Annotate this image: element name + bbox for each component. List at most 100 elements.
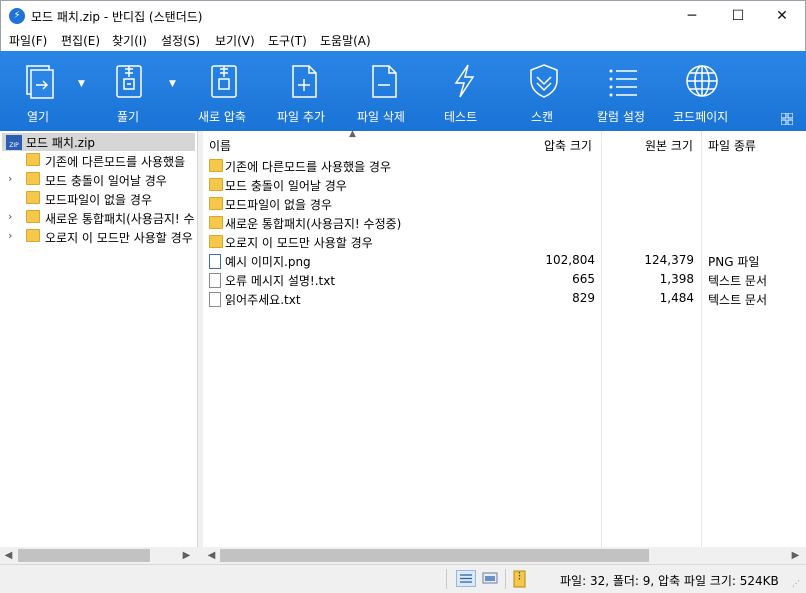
layout-grid-icon[interactable] xyxy=(781,113,793,125)
new-archive-label: 새로 압축 xyxy=(198,110,246,124)
tree-item[interactable]: 기존에 다른모드를 사용했을 xyxy=(0,151,197,170)
status-summary: 파일: 32, 폴더: 9, 압축 파일 크기: 524KB xyxy=(560,574,779,588)
extract-button[interactable]: 풀기 xyxy=(100,51,160,131)
delete-file-button[interactable]: 파일 삭제 xyxy=(350,51,420,131)
list-item[interactable]: 오로지 이 모드만 사용할 경우 xyxy=(203,232,806,251)
list-item-name: 모드 충돌이 일어날 경우 xyxy=(225,179,347,193)
folder-tree: ZIP 모드 패치.zip 기존에 다른모드를 사용했을 › 모드 충돌이 일어… xyxy=(0,131,198,547)
folder-icon xyxy=(209,197,223,210)
folder-icon xyxy=(209,216,223,229)
test-label: 테스트 xyxy=(444,110,478,124)
menu-bar: 파일(F) 편집(E) 찾기(I) 설정(S) 보기(V) 도구(T) 도움말(… xyxy=(0,30,806,51)
menu-tools[interactable]: 도구(T) xyxy=(268,32,307,49)
extract-icon xyxy=(116,65,142,98)
expand-chevron-icon[interactable]: › xyxy=(8,229,12,242)
codepage-button[interactable]: 코드페이지 xyxy=(668,51,740,131)
close-button[interactable]: ✕ xyxy=(759,1,805,31)
menu-view[interactable]: 보기(V) xyxy=(215,32,255,49)
codepage-label: 코드페이지 xyxy=(673,110,729,124)
maximize-button[interactable]: ☐ xyxy=(715,1,761,31)
scroll-left-icon[interactable]: ◀ xyxy=(0,547,17,564)
list-item-packed-size: 829 xyxy=(572,291,595,305)
scroll-thumb[interactable] xyxy=(220,549,649,562)
folder-icon xyxy=(26,153,40,166)
expand-chevron-icon[interactable]: › xyxy=(8,172,12,185)
list-item[interactable]: 새로운 통합패치(사용금지! 수정중) xyxy=(203,213,806,232)
thumbnail-view-button[interactable] xyxy=(480,570,500,587)
folder-icon xyxy=(26,172,40,185)
delete-file-icon xyxy=(372,65,397,98)
folder-icon xyxy=(209,235,223,248)
list-item[interactable]: 모드 충돌이 일어날 경우 xyxy=(203,175,806,194)
tree-item[interactable]: › 오로지 이 모드만 사용할 경우 xyxy=(0,227,197,246)
bandizip-app-icon: ⚡ xyxy=(9,8,25,24)
status-separator xyxy=(446,569,447,589)
minimize-button[interactable]: ─ xyxy=(669,1,715,31)
toolbar: 열기 ▼ 풀기 ▼ 새로 압축 파일 추가 파일 삭제 테스트 스캔 칼럼 설정… xyxy=(0,51,806,131)
list-item-packed-size: 102,804 xyxy=(545,253,595,267)
text-file-icon xyxy=(209,273,221,288)
tree-horizontal-scrollbar[interactable]: ◀ ▶ xyxy=(0,547,198,564)
scroll-left-icon[interactable]: ◀ xyxy=(203,547,220,564)
tree-item[interactable]: 모드파일이 없을 경우 xyxy=(0,189,197,208)
details-view-button[interactable] xyxy=(456,570,476,587)
menu-edit[interactable]: 편집(E) xyxy=(61,32,100,49)
open-label: 열기 xyxy=(27,110,50,124)
open-icon xyxy=(26,65,54,99)
resize-grip-icon[interactable]: ⋰ xyxy=(792,579,800,588)
folder-icon xyxy=(26,210,40,223)
archive-info-button[interactable] xyxy=(511,570,531,588)
add-file-label: 파일 추가 xyxy=(277,110,325,124)
menu-find[interactable]: 찾기(I) xyxy=(112,32,147,49)
tree-item[interactable]: › 모드 충돌이 일어날 경우 xyxy=(0,170,197,189)
details-view-icon xyxy=(460,574,472,583)
scroll-right-icon[interactable]: ▶ xyxy=(178,547,195,564)
tree-item-label: 오로지 이 모드만 사용할 경우 xyxy=(45,231,193,245)
list-item[interactable]: 오류 메시지 설명!.txt 665 1,398 텍스트 문서 xyxy=(203,270,806,289)
list-item-packed-size: 665 xyxy=(572,272,595,286)
open-dropdown-arrow[interactable]: ▼ xyxy=(78,79,85,89)
file-list: ▲ 이름 압축 크기 원본 크기 파일 종류 기존에 다른모드를 사용했을 경우… xyxy=(203,131,806,547)
list-item-type: 텍스트 문서 xyxy=(708,293,768,307)
list-item-type: 텍스트 문서 xyxy=(708,274,768,288)
status-bar: 파일: 32, 폴더: 9, 압축 파일 크기: 524KB ⋰ xyxy=(0,564,806,593)
list-item-name: 오류 메시지 설명!.txt xyxy=(225,274,336,288)
tree-root[interactable]: ZIP 모드 패치.zip xyxy=(2,133,195,151)
list-item[interactable]: 읽어주세요.txt 829 1,484 텍스트 문서 xyxy=(203,289,806,308)
test-button[interactable]: 테스트 xyxy=(430,51,500,131)
list-item-original-size: 1,398 xyxy=(659,272,694,286)
list-item-name: 모드파일이 없을 경우 xyxy=(225,198,332,212)
list-item[interactable]: 모드파일이 없을 경우 xyxy=(203,194,806,213)
tree-item-label: 모드 충돌이 일어날 경우 xyxy=(45,174,167,188)
delete-file-label: 파일 삭제 xyxy=(357,110,405,124)
title-bar: ⚡ 모드 패치.zip - 반디집 (스탠더드) ─ ☐ ✕ xyxy=(0,0,806,30)
scan-button[interactable]: 스캔 xyxy=(510,51,580,131)
image-file-icon xyxy=(209,254,221,269)
text-file-icon xyxy=(209,292,221,307)
list-item[interactable]: 기존에 다른모드를 사용했을 경우 xyxy=(203,156,806,175)
open-button[interactable]: 열기 xyxy=(10,51,70,131)
menu-help[interactable]: 도움말(A) xyxy=(320,32,371,49)
list-item[interactable]: 예시 이미지.png 102,804 124,379 PNG 파일 xyxy=(203,251,806,270)
list-item-name: 기존에 다른모드를 사용했을 경우 xyxy=(225,160,392,174)
column-settings-button[interactable]: 칼럼 설정 xyxy=(588,51,658,131)
folder-icon xyxy=(209,159,223,172)
menu-settings[interactable]: 설정(S) xyxy=(161,32,200,49)
add-file-button[interactable]: 파일 추가 xyxy=(270,51,340,131)
thumbnail-view-icon xyxy=(482,572,498,584)
list-horizontal-scrollbar[interactable]: ◀ ▶ xyxy=(203,547,806,564)
list-item-name: 예시 이미지.png xyxy=(225,255,311,269)
extract-dropdown-arrow[interactable]: ▼ xyxy=(169,79,176,89)
scan-label: 스캔 xyxy=(531,110,554,124)
status-separator xyxy=(505,569,506,589)
column-settings-label: 칼럼 설정 xyxy=(597,110,645,124)
test-icon xyxy=(454,64,475,98)
menu-file[interactable]: 파일(F) xyxy=(9,32,47,49)
column-settings-icon xyxy=(609,69,637,97)
tree-item[interactable]: › 새로운 통합패치(사용금지! 수 xyxy=(0,208,197,227)
scroll-thumb[interactable] xyxy=(18,549,150,562)
list-item-name: 오로지 이 모드만 사용할 경우 xyxy=(225,236,373,250)
scroll-right-icon[interactable]: ▶ xyxy=(787,547,804,564)
expand-chevron-icon[interactable]: › xyxy=(8,210,12,223)
new-archive-button[interactable]: 새로 압축 xyxy=(190,51,260,131)
